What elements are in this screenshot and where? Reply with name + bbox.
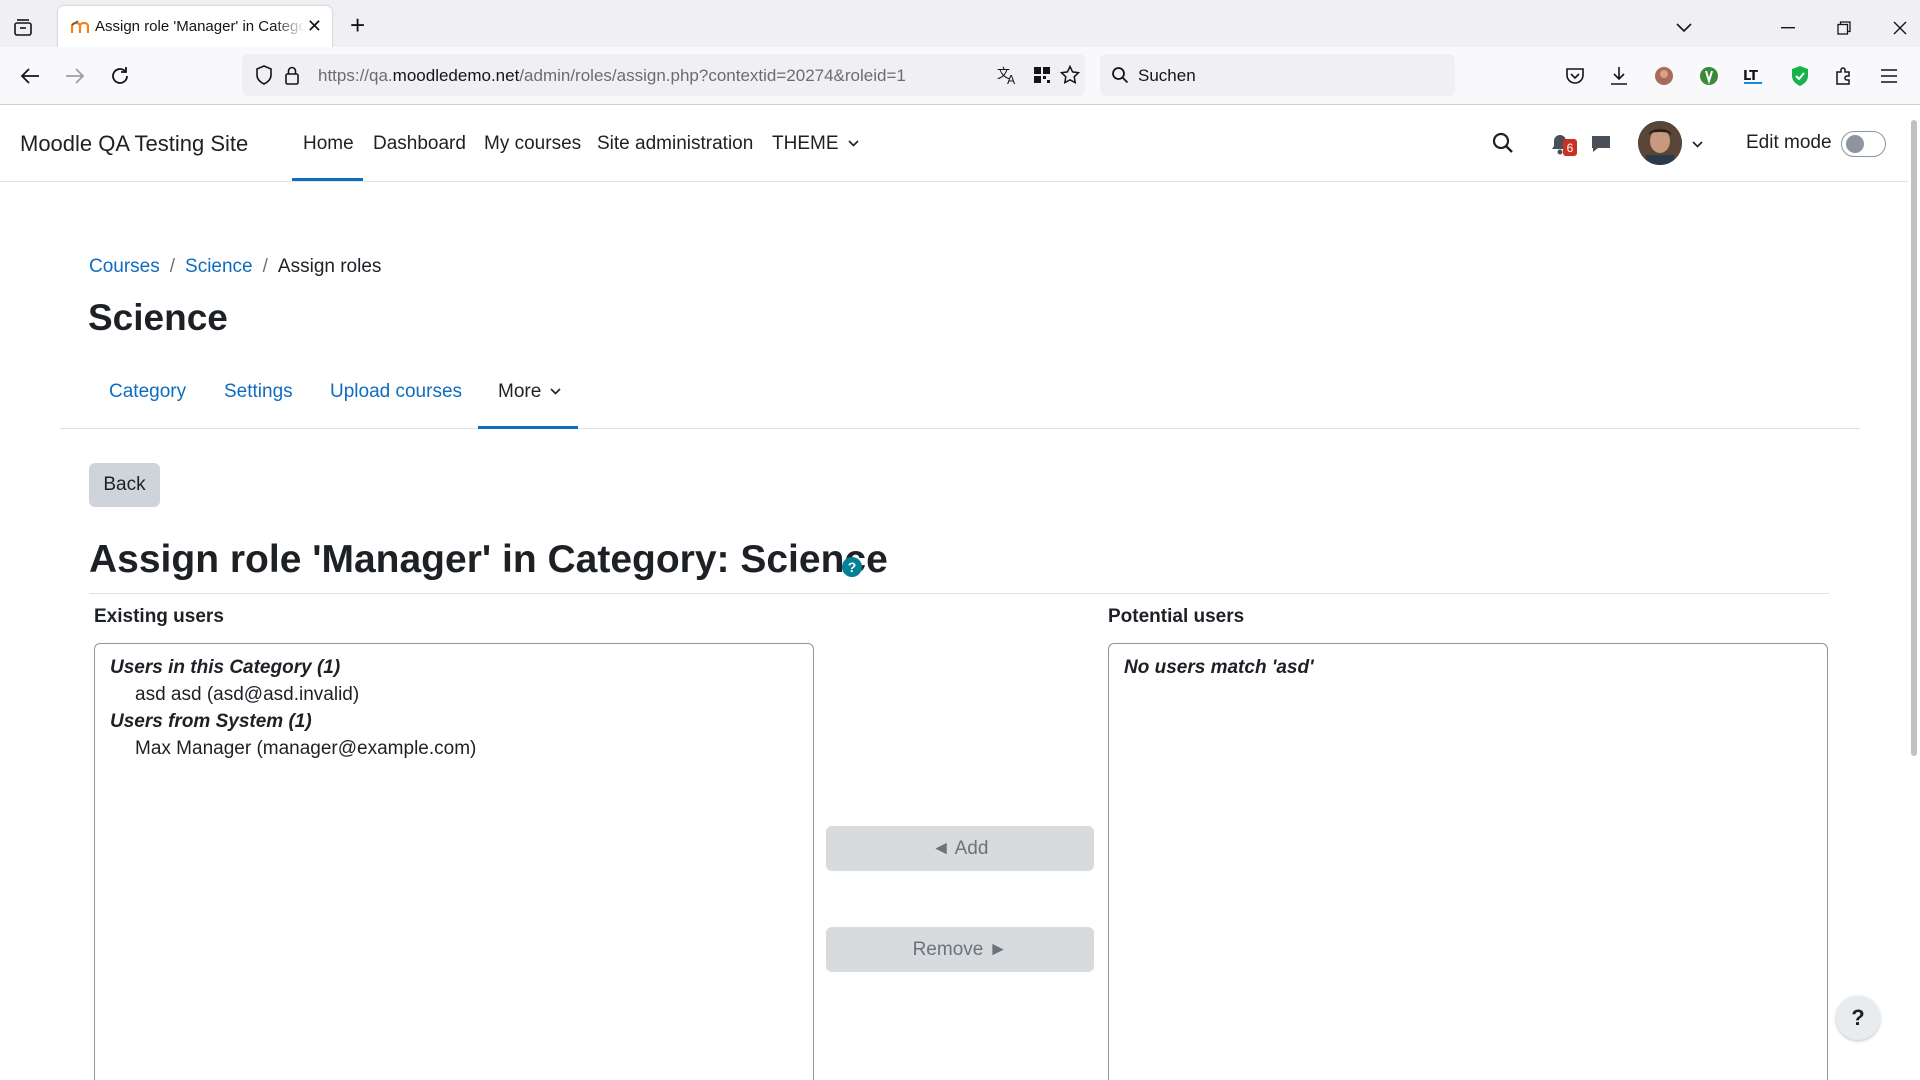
breadcrumb-separator: / bbox=[169, 256, 176, 277]
breadcrumb-current: Assign roles bbox=[277, 256, 382, 277]
tracking-shield-icon[interactable] bbox=[250, 61, 278, 89]
qr-code-icon[interactable] bbox=[1028, 61, 1056, 89]
bookmark-star-icon[interactable] bbox=[1056, 61, 1084, 89]
chevron-down-icon bbox=[550, 388, 561, 396]
nav-dashboard[interactable]: Dashboard bbox=[373, 133, 466, 155]
search-placeholder: Suchen bbox=[1138, 66, 1196, 85]
nav-home[interactable]: Home bbox=[303, 133, 354, 155]
remove-button[interactable]: Remove ► bbox=[826, 927, 1094, 972]
user-menu-chevron-icon[interactable] bbox=[1690, 137, 1704, 151]
page-title: Science bbox=[88, 297, 228, 338]
browser-search-input[interactable]: Suchen bbox=[1100, 54, 1455, 96]
breadcrumb-courses[interactable]: Courses bbox=[89, 256, 160, 277]
extension-green-icon[interactable] bbox=[1695, 62, 1723, 90]
tab-active-indicator bbox=[478, 426, 578, 429]
edit-mode-toggle[interactable] bbox=[1841, 131, 1886, 157]
forward-arrow-icon[interactable] bbox=[61, 62, 89, 90]
nav-theme[interactable]: THEME bbox=[772, 133, 859, 155]
minimize-icon[interactable] bbox=[1774, 14, 1802, 42]
svg-text:A: A bbox=[1007, 73, 1016, 85]
pocket-icon[interactable] bbox=[1561, 62, 1589, 90]
app-menu-icon[interactable] bbox=[1875, 62, 1903, 90]
potential-users-label: Potential users bbox=[1108, 606, 1245, 627]
potential-users-select[interactable]: No users match 'asd' bbox=[1108, 643, 1828, 1080]
tab-settings[interactable]: Settings bbox=[224, 381, 293, 403]
browser-toolbar: https://qa.moodledemo.net/admin/roles/as… bbox=[0, 47, 1920, 105]
tab-upload-courses[interactable]: Upload courses bbox=[330, 381, 462, 403]
lock-icon[interactable] bbox=[278, 61, 306, 89]
existing-users-label: Existing users bbox=[94, 606, 224, 627]
tab-list-icon[interactable] bbox=[12, 17, 34, 39]
tab-category[interactable]: Category bbox=[109, 381, 186, 403]
secondary-navigation: Category Settings Upload courses More bbox=[60, 366, 1860, 429]
user-option[interactable]: asd asd (asd@asd.invalid) bbox=[110, 681, 813, 708]
languagetool-icon[interactable]: LT bbox=[1740, 62, 1768, 90]
back-button[interactable]: Back bbox=[89, 463, 160, 507]
svg-text:LT: LT bbox=[1743, 69, 1758, 84]
existing-users-select[interactable]: Users in this Category (1) asd asd (asd@… bbox=[94, 643, 814, 1080]
tab-more[interactable]: More bbox=[498, 381, 561, 403]
downloads-icon[interactable] bbox=[1605, 62, 1633, 90]
chevron-down-icon bbox=[848, 140, 859, 148]
assign-role-heading: Assign role 'Manager' in Category: Scien… bbox=[89, 538, 888, 581]
add-button[interactable]: ◄ Add bbox=[826, 826, 1094, 871]
search-icon[interactable] bbox=[1490, 130, 1516, 156]
optgroup-system-users: Users from System (1) bbox=[110, 711, 312, 732]
no-users-match-message: No users match 'asd' bbox=[1124, 657, 1314, 678]
restore-icon[interactable] bbox=[1830, 14, 1858, 42]
user-avatar[interactable] bbox=[1638, 121, 1682, 165]
divider bbox=[89, 593, 1829, 594]
edit-mode-label: Edit mode bbox=[1746, 132, 1832, 153]
close-window-icon[interactable] bbox=[1886, 14, 1914, 42]
nav-theme-label: THEME bbox=[772, 133, 839, 154]
address-bar[interactable]: https://qa.moodledemo.net/admin/roles/as… bbox=[242, 54, 1085, 96]
nav-my-courses[interactable]: My courses bbox=[484, 133, 581, 155]
tab-title: Assign role 'Manager' in Category: Scien… bbox=[95, 18, 305, 35]
nav-site-administration[interactable]: Site administration bbox=[597, 133, 753, 155]
scrollbar-thumb[interactable] bbox=[1911, 120, 1917, 756]
url-text[interactable]: https://qa.moodledemo.net/admin/roles/as… bbox=[318, 66, 906, 86]
translate-icon[interactable]: 文A bbox=[994, 61, 1022, 89]
help-fab-button[interactable]: ? bbox=[1836, 996, 1880, 1040]
new-tab-icon[interactable]: + bbox=[350, 12, 365, 38]
browser-tabbar: Assign role 'Manager' in Category: Scien… bbox=[0, 0, 1920, 48]
tab-more-label: More bbox=[498, 381, 542, 402]
user-option[interactable]: Max Manager (manager@example.com) bbox=[110, 735, 813, 762]
account-avatar-icon[interactable] bbox=[1650, 62, 1678, 90]
help-icon[interactable]: ? bbox=[842, 557, 862, 577]
browser-tab[interactable]: Assign role 'Manager' in Category: Scien… bbox=[58, 6, 332, 48]
optgroup-category-users: Users in this Category (1) bbox=[110, 657, 341, 678]
extensions-puzzle-icon[interactable] bbox=[1830, 62, 1858, 90]
reload-icon[interactable] bbox=[106, 62, 134, 90]
adblock-shield-icon[interactable] bbox=[1786, 62, 1814, 90]
nav-active-indicator bbox=[292, 178, 363, 181]
back-arrow-icon[interactable] bbox=[16, 62, 44, 90]
messages-icon[interactable] bbox=[1588, 131, 1614, 157]
search-icon bbox=[1106, 61, 1134, 89]
moodle-favicon-icon bbox=[70, 20, 90, 34]
tab-overflow-chevron-icon[interactable] bbox=[1670, 14, 1698, 42]
moodle-navbar: Moodle QA Testing Site Home Dashboard My… bbox=[0, 106, 1908, 182]
breadcrumb-separator: / bbox=[262, 256, 268, 277]
site-name[interactable]: Moodle QA Testing Site bbox=[20, 131, 248, 157]
close-tab-icon[interactable]: ✕ bbox=[307, 17, 322, 35]
breadcrumb-science[interactable]: Science bbox=[185, 256, 253, 277]
notification-count-badge: 6 bbox=[1563, 139, 1577, 156]
breadcrumb: Courses / Science / Assign roles bbox=[89, 256, 381, 278]
